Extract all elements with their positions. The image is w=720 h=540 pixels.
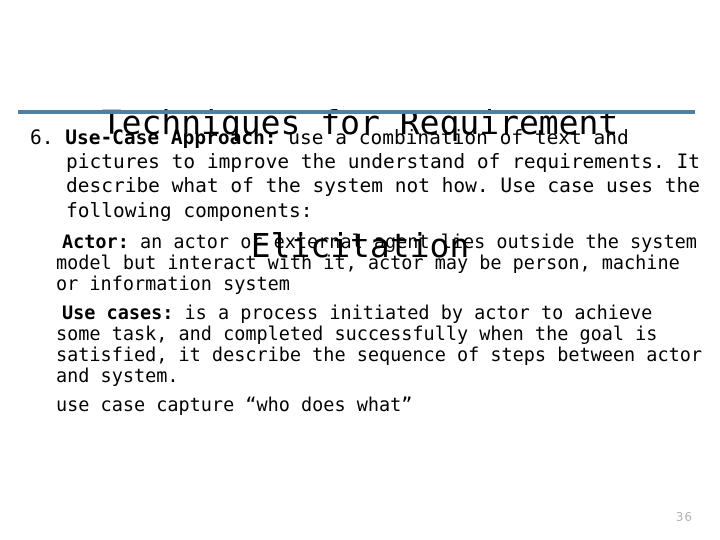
slide-body: 6. Use-Case Approach: use a combination … xyxy=(0,126,720,416)
list-item-number: 6. xyxy=(30,126,54,149)
sub-item-actor-text: an actor or external agent lies outside … xyxy=(56,231,709,295)
sub-item-actor-heading: Actor: xyxy=(62,231,129,253)
list-item-use-case-approach: 6. Use-Case Approach: use a combination … xyxy=(0,126,720,223)
closing-line: use case capture “who does what” xyxy=(56,394,413,416)
title-divider xyxy=(18,110,695,114)
page-number: 36 xyxy=(675,510,693,524)
sub-item-use-cases-heading: Use cases: xyxy=(62,302,174,324)
list-item-heading: Use-Case Approach: xyxy=(53,126,277,149)
slide: Techniques for Requirement Elicitation 6… xyxy=(0,0,720,540)
sub-item-use-cases: Use cases: is a process initiated by act… xyxy=(0,303,720,387)
sub-item-actor: Actor: an actor or external agent lies o… xyxy=(0,232,720,295)
